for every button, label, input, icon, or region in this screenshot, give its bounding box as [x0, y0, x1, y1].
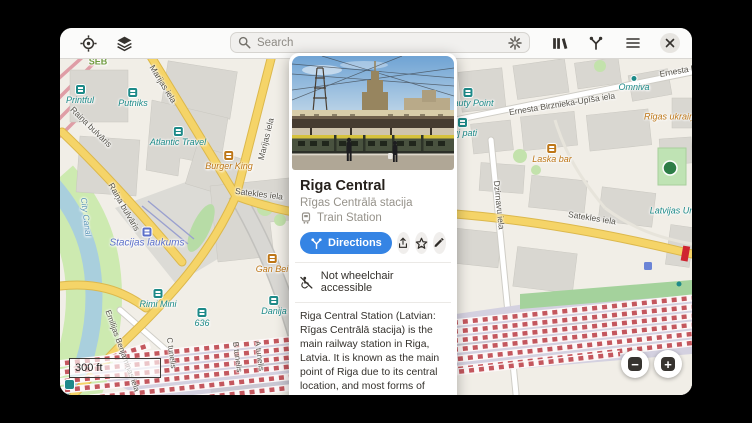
menu-button[interactable]	[623, 33, 643, 53]
street-marijas-iela-1: Marijas iela	[148, 64, 178, 105]
directions-label: Directions	[328, 237, 382, 249]
layers-icon	[116, 35, 133, 52]
shop-icon	[225, 151, 234, 160]
hamburger-icon	[625, 35, 641, 51]
scale-label: 300 ft	[75, 362, 103, 374]
map-label-636[interactable]: 636	[194, 308, 209, 328]
library-icon	[551, 35, 568, 52]
map-label-laska-bar[interactable]: Laska bar	[532, 144, 572, 164]
street-satekles-iela-1: Satekles iela	[235, 187, 284, 201]
asterisk-icon[interactable]	[508, 36, 522, 50]
not-wheelchair-accessible-icon	[300, 276, 313, 289]
close-icon	[665, 38, 675, 48]
edit-button[interactable]	[433, 232, 446, 254]
search-icon	[238, 36, 251, 49]
street-marijas-iela-2: Marijas iela	[257, 117, 276, 161]
place-category: Train Station	[317, 212, 382, 224]
building-icon	[75, 85, 84, 94]
food-icon	[268, 254, 277, 263]
place-description: Riga Central Station (Latvian: Rīgas Cen…	[300, 310, 446, 395]
street-a-tunelis: A tunelis	[253, 340, 265, 371]
star-icon	[415, 237, 428, 250]
pencil-icon	[433, 237, 445, 249]
directions-button[interactable]: Directions	[300, 232, 392, 254]
zoom-out-button[interactable]: −	[621, 350, 649, 378]
maps-app-window: SEBPrintfulPutniksAtlantic TravelBurger …	[60, 28, 692, 395]
building-icon	[173, 127, 182, 136]
share-icon	[397, 237, 409, 249]
street-raina-bulvaris-1: Raiņa bulvāris	[69, 105, 114, 149]
place-card: Riga Central Rīgas Centrālā stacija Trai…	[289, 53, 457, 395]
transit-icon	[143, 228, 152, 237]
plus-icon: +	[661, 357, 675, 371]
search-placeholder: Search	[257, 37, 502, 49]
map-label-latvijas-uni: Latvijas Uni	[650, 207, 692, 216]
map-label-stacijas-laukums[interactable]: Stacijas laukums	[109, 228, 184, 249]
scissors-icon	[458, 118, 467, 127]
map-label-omniva[interactable]: Omniva	[618, 76, 649, 92]
zoom-in-button[interactable]: +	[654, 350, 682, 378]
accessibility-status: Not wheelchair accessible	[321, 270, 446, 294]
minus-icon: −	[628, 357, 642, 371]
route-icon	[588, 35, 604, 51]
close-button[interactable]	[660, 33, 680, 53]
map-label-city-canal: City Canal	[79, 197, 92, 237]
building-icon	[128, 88, 137, 97]
map-label-atlantic-travel[interactable]: Atlantic Travel	[150, 127, 206, 147]
map-label-gan-bei[interactable]: Gan Bei	[256, 254, 289, 274]
place-native-name: Rīgas Centrālā stacija	[300, 197, 446, 209]
dot-icon	[631, 76, 636, 81]
map-label-danija[interactable]: Danija	[261, 296, 287, 316]
map-label-rimi-mini[interactable]: Rimi Mini	[140, 289, 177, 309]
route-icon	[310, 237, 323, 250]
route-button[interactable]	[586, 33, 606, 53]
train-icon	[300, 212, 312, 224]
drink-icon	[548, 144, 557, 153]
favorite-button[interactable]	[415, 232, 428, 254]
locate-button[interactable]	[78, 33, 98, 53]
share-button[interactable]	[397, 232, 410, 254]
street-dzirnavu-iela: Dzirnavu iela	[492, 180, 506, 230]
map-label-putniks[interactable]: Putniks	[118, 88, 148, 108]
street-c-tunelis: C tunelis	[165, 337, 177, 369]
library-button[interactable]	[549, 33, 569, 53]
cart-icon	[154, 289, 163, 298]
laptop-icon	[198, 308, 207, 317]
place-title: Riga Central	[300, 178, 446, 194]
beauty-icon	[463, 88, 472, 97]
place-photo	[292, 56, 454, 170]
divider	[295, 302, 451, 303]
street-raina-bulvaris-2: Raiņa bulvāris	[107, 182, 141, 233]
building-icon	[269, 296, 278, 305]
street-ernesta-1: Ernesta Birznieka-Upīša iela	[508, 91, 615, 116]
map-label-printful[interactable]: Printful	[66, 85, 94, 105]
map-label-burger-king[interactable]: Burger King	[205, 151, 253, 171]
street-satekles-iela-2: Satekles iela	[568, 210, 617, 226]
map-label-rigas-ukrain: Rīgas ukraiņ	[644, 113, 692, 122]
street-ernesta-2: Ernesta B	[659, 64, 692, 79]
street-b-tunelis: B tunelis	[231, 341, 243, 373]
locate-icon	[80, 35, 97, 52]
street-emilijas: Emilijas Benjamiņas iela	[103, 309, 140, 393]
layers-button[interactable]	[114, 33, 134, 53]
search-input[interactable]: Search	[230, 32, 530, 53]
scale-bar: 300 ft	[69, 358, 161, 378]
